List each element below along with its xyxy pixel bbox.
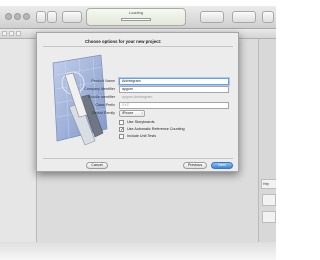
run-button[interactable] [36, 11, 46, 23]
forward-button[interactable] [16, 31, 21, 36]
navigator-pane [0, 39, 37, 242]
previous-button[interactable]: Previous [183, 162, 207, 169]
use-storyboards-checkbox[interactable] [119, 120, 124, 125]
scheme-selector[interactable] [62, 11, 82, 23]
product-name-field[interactable]: AnIntegram [119, 78, 229, 85]
organizer-button[interactable] [262, 11, 274, 23]
activity-title: Loading [128, 10, 144, 15]
device-family-popup[interactable]: iPhone ↕ [119, 110, 145, 117]
device-family-label: Device Family [91, 111, 115, 115]
blueprint-icon [52, 54, 108, 146]
library-tab-label[interactable]: Hep [261, 179, 276, 189]
top-divider [43, 46, 233, 47]
popup-arrows-icon: ↕ [141, 111, 143, 115]
back-button[interactable] [9, 31, 14, 36]
library-item[interactable] [262, 211, 276, 223]
device-family-value: iPhone [122, 111, 134, 115]
utilities-pane: Hep [258, 39, 276, 242]
product-name-label: Product Name [91, 79, 115, 83]
use-arc-label: Use Automatic Reference Counting [127, 127, 185, 131]
stop-button[interactable] [47, 11, 57, 23]
editor-mode-control[interactable] [200, 11, 224, 23]
use-arc-checkbox[interactable]: ✓ [119, 127, 124, 133]
company-identifier-label: Company Identifier [84, 87, 115, 91]
title-bar: Loading [0, 6, 276, 29]
bottom-divider [43, 158, 233, 159]
window-reflection [0, 242, 276, 260]
company-identifier-field[interactable]: aygum [119, 86, 229, 93]
unit-tests-label: Include Unit Tests [127, 134, 157, 138]
unit-tests-checkbox[interactable] [119, 134, 124, 139]
class-prefix-field[interactable]: XYZ [119, 102, 229, 109]
xcode-window: Loading Hep Choose options for your new … [0, 6, 276, 242]
minimize-window-icon[interactable] [14, 13, 21, 20]
next-button[interactable]: Next [211, 162, 233, 169]
activity-viewer: Loading [86, 8, 186, 26]
sheet-title: Choose options for your new project: [85, 39, 162, 44]
activity-progress-bar [121, 18, 151, 21]
bundle-identifier-value: aygum.AnIntegram [122, 95, 153, 99]
close-window-icon[interactable] [5, 13, 12, 20]
view-control[interactable] [232, 11, 256, 23]
cancel-button[interactable]: Cancel [86, 162, 108, 169]
bundle-identifier-label: Bundle Identifier [88, 95, 115, 99]
navigator-button[interactable] [2, 31, 7, 36]
new-project-sheet: Choose options for your new project: Pro… [36, 32, 239, 172]
class-prefix-label: Class Prefix [95, 103, 115, 107]
library-item[interactable] [262, 194, 276, 206]
use-storyboards-label: Use Storyboards [127, 120, 155, 124]
zoom-window-icon[interactable] [23, 13, 30, 20]
